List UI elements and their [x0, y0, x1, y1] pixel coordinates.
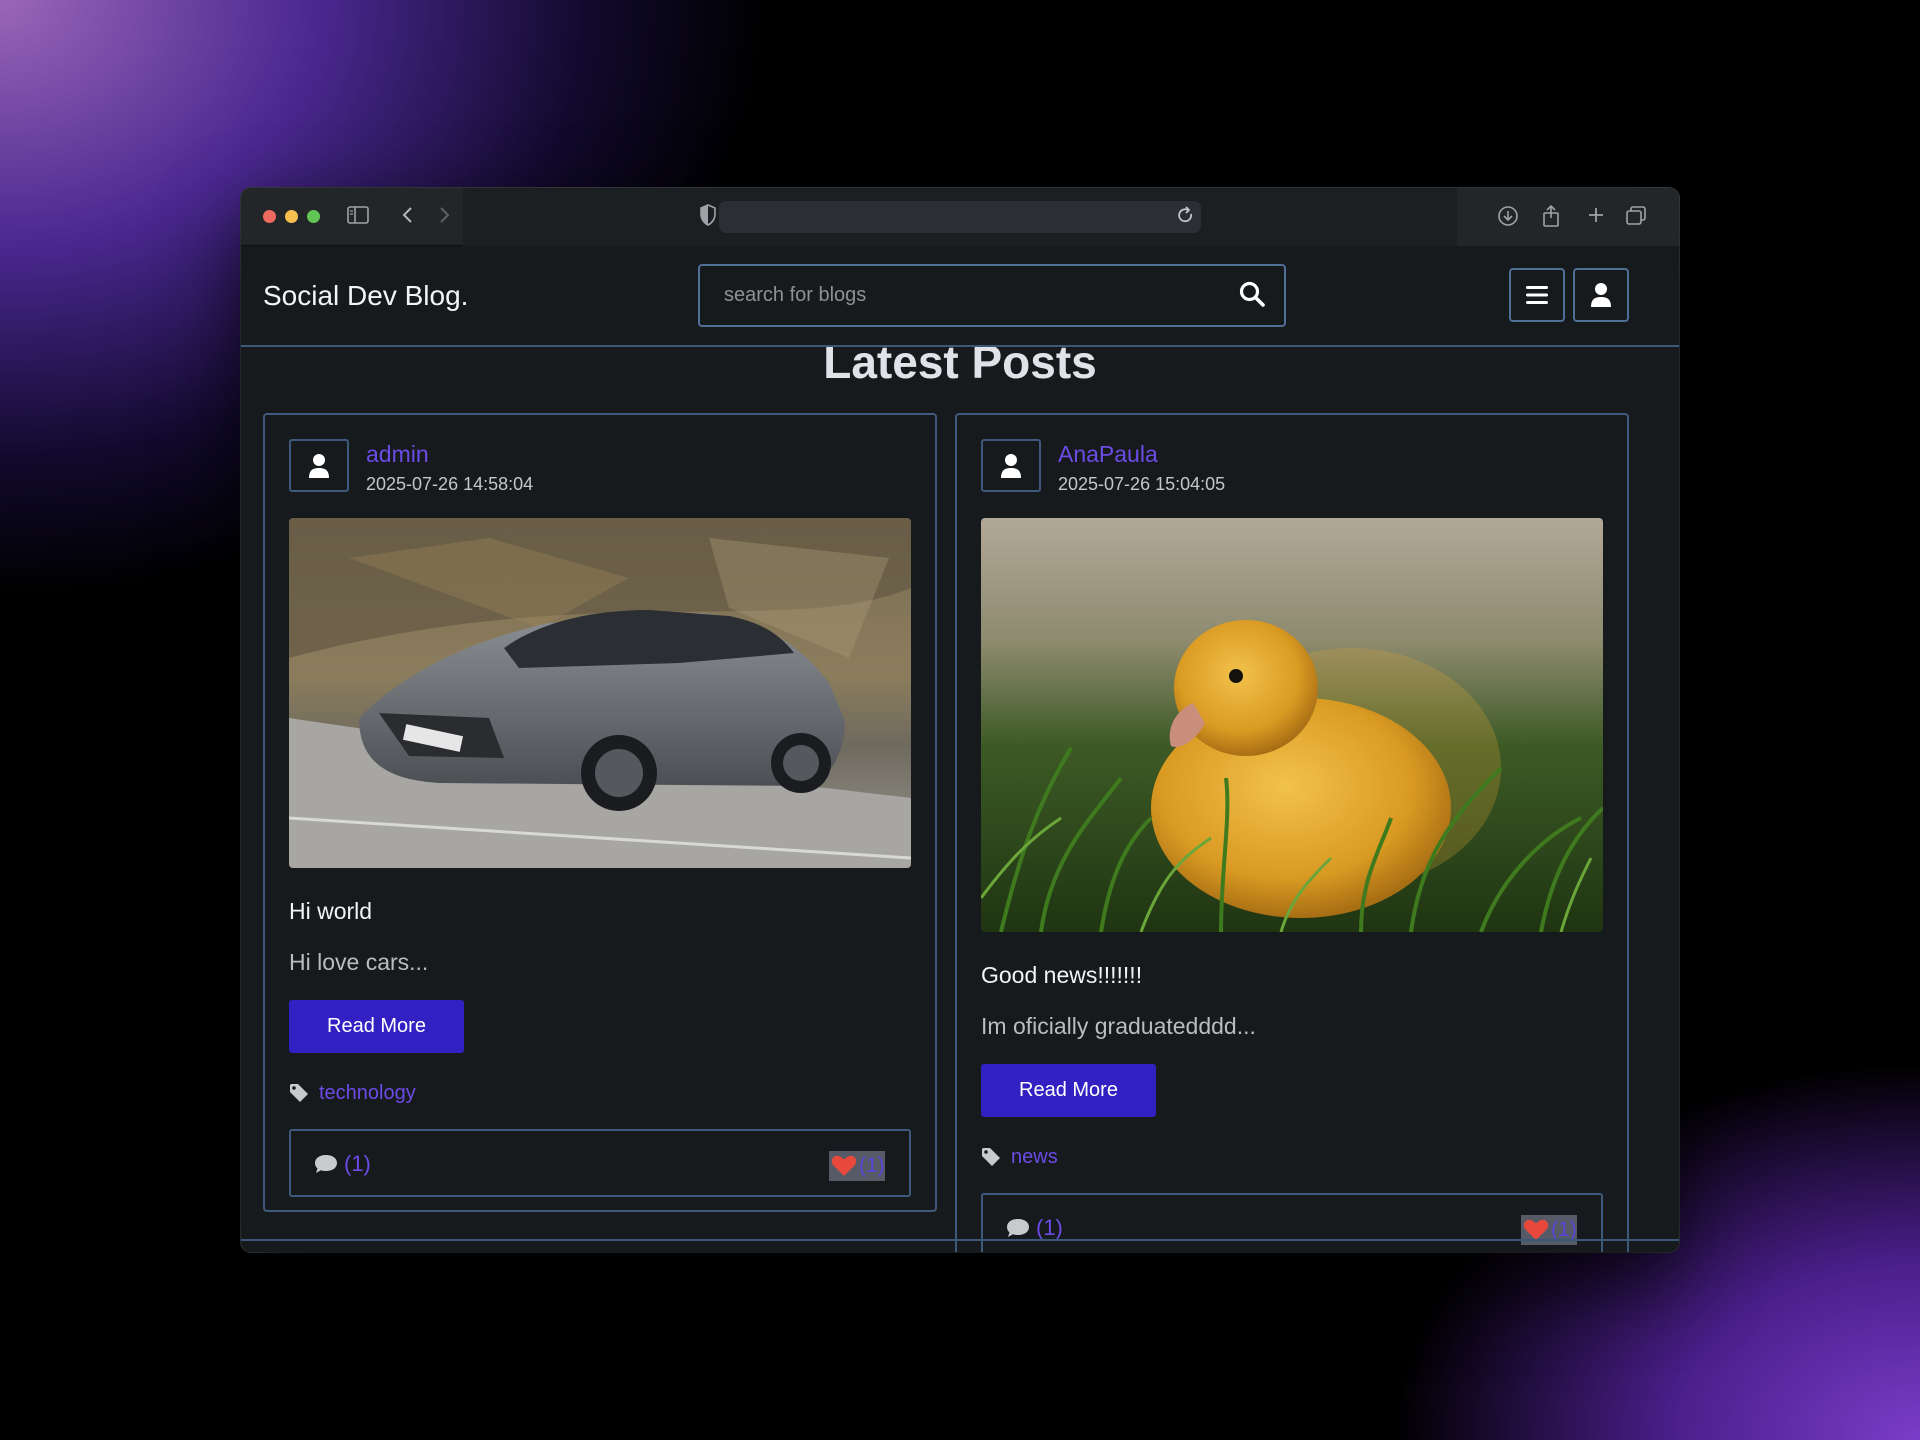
like-button[interactable]: (1) [829, 1151, 885, 1181]
post-author: AnaPaula 2025-07-26 15:04:05 [981, 439, 1603, 495]
tag-icon [982, 1148, 1000, 1166]
post-footer: (1) (1) [289, 1129, 911, 1197]
post-image-car[interactable] [289, 518, 911, 868]
post-card: admin 2025-07-26 14:58:04 Hi world Hi lo… [263, 413, 937, 1212]
post-footer: (1) (1) [981, 1193, 1603, 1252]
avatar[interactable] [981, 439, 1041, 492]
search-box [698, 264, 1286, 327]
back-icon[interactable] [401, 205, 415, 231]
downloads-icon[interactable] [1497, 205, 1519, 233]
comments-button[interactable]: (1) [313, 1151, 371, 1177]
browser-window: Social Dev Blog. Latest Posts admin [241, 188, 1679, 1252]
avatar[interactable] [289, 439, 349, 492]
tag-icon [290, 1084, 308, 1102]
like-count: (1) [859, 1154, 885, 1177]
privacy-shield-icon[interactable] [699, 204, 717, 232]
post-excerpt: Im oficially graduatedddd... [981, 1013, 1256, 1039]
search-input[interactable] [702, 268, 1202, 323]
browser-toolbar [241, 188, 1679, 246]
page-title: Latest Posts [823, 347, 1097, 388]
footer-divider [241, 1239, 1679, 1241]
author-info: admin 2025-07-26 14:58:04 [366, 439, 533, 495]
tag-link[interactable]: news [1011, 1146, 1058, 1169]
user-icon [309, 453, 329, 478]
search-icon [1239, 281, 1265, 307]
user-icon [1001, 453, 1021, 478]
author-info: AnaPaula 2025-07-26 15:04:05 [1058, 439, 1225, 495]
comment-icon [315, 1155, 337, 1173]
post-title: Good news!!!!!!! [981, 962, 1143, 988]
tag-link[interactable]: technology [319, 1082, 416, 1105]
author-name-link[interactable]: AnaPaula [1058, 441, 1225, 468]
share-icon[interactable] [1541, 204, 1561, 233]
author-name-link[interactable]: admin [366, 441, 533, 468]
comment-count: (1) [1036, 1215, 1063, 1240]
heart-icon [831, 1155, 857, 1176]
menu-button[interactable] [1509, 268, 1565, 322]
hamburger-icon [1526, 286, 1548, 304]
post-title: Hi world [289, 898, 373, 924]
comment-count: (1) [344, 1151, 371, 1176]
user-icon [1591, 283, 1611, 307]
site-header: Social Dev Blog. [241, 246, 1679, 347]
reload-icon[interactable] [1177, 205, 1195, 232]
post-tags: technology [289, 1081, 911, 1105]
zoom-window-button[interactable] [307, 210, 320, 223]
post-image-duckling[interactable] [981, 518, 1603, 932]
site-brand[interactable]: Social Dev Blog. [263, 280, 468, 312]
tab-overview-icon[interactable] [1625, 205, 1647, 233]
post-author: admin 2025-07-26 14:58:04 [289, 439, 911, 495]
sidebar-toggle-icon[interactable] [347, 205, 369, 231]
user-profile-button[interactable] [1573, 268, 1629, 322]
minimize-window-button[interactable] [285, 210, 298, 223]
forward-icon[interactable] [437, 205, 451, 231]
close-window-button[interactable] [263, 210, 276, 223]
comment-icon [1007, 1219, 1029, 1237]
main-content: Latest Posts admin 2025-07-26 14:58:04 H… [241, 347, 1679, 1252]
read-more-button[interactable]: Read More [289, 1000, 464, 1053]
comments-button[interactable]: (1) [1005, 1215, 1063, 1241]
post-date: 2025-07-26 15:04:05 [1058, 474, 1226, 494]
post-tags: news [981, 1145, 1603, 1169]
search-button[interactable] [1238, 280, 1270, 312]
post-date: 2025-07-26 14:58:04 [366, 474, 534, 494]
post-card: AnaPaula 2025-07-26 15:04:05 Good news!!… [955, 413, 1629, 1252]
post-excerpt: Hi love cars... [289, 949, 429, 975]
address-bar[interactable] [719, 201, 1201, 233]
new-tab-icon[interactable] [1587, 205, 1605, 231]
toolbar-actions [1457, 188, 1679, 246]
read-more-button[interactable]: Read More [981, 1064, 1156, 1117]
